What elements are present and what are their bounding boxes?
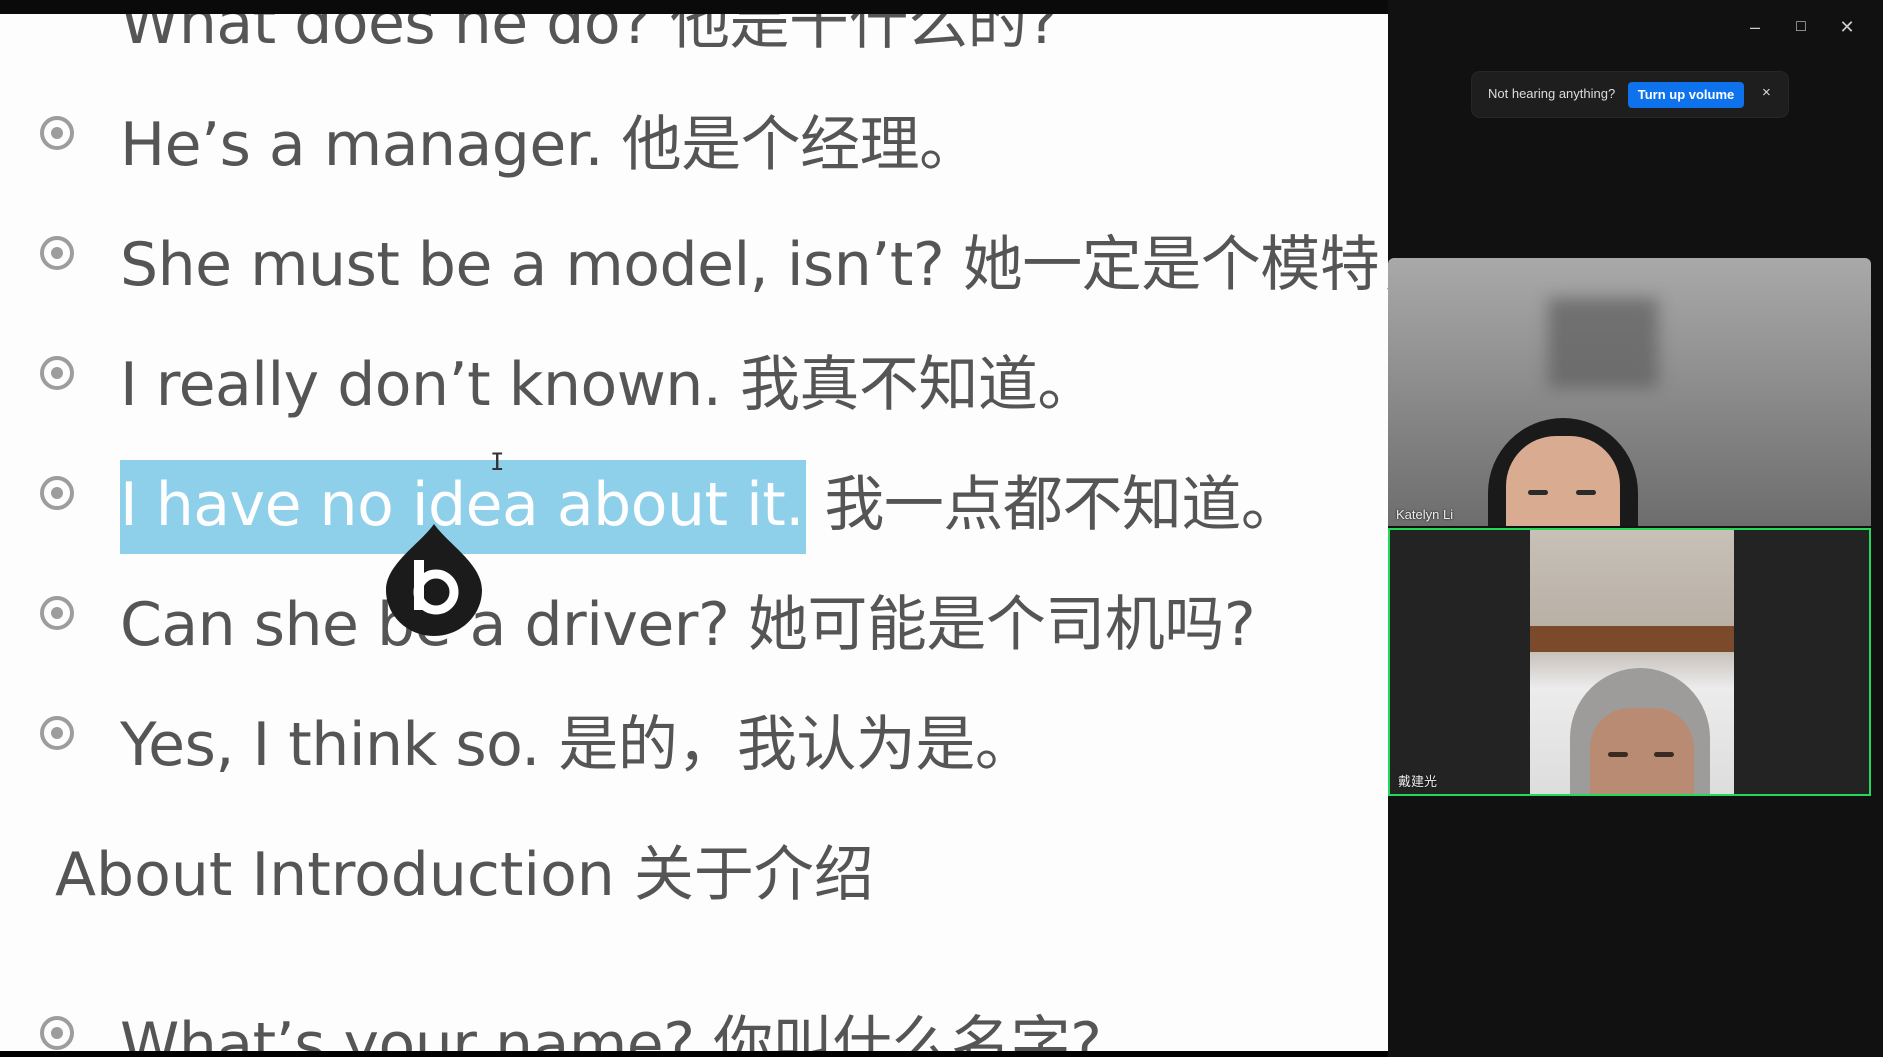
slide-heading: About Introduction 关于介绍 <box>55 840 874 910</box>
toast-message: Not hearing anything? <box>1488 86 1616 101</box>
eye-icon <box>1576 490 1596 495</box>
slide-line: I really don’t known. 我真不知道。 <box>120 350 1097 420</box>
participant-tile[interactable]: Katelyn Li <box>1388 258 1871 526</box>
bullet-icon <box>40 596 74 630</box>
slide-line: What’s your name? 你叫什么名字? <box>120 1010 1102 1051</box>
video-panel: – □ ✕ Not hearing anything? Turn up volu… <box>1388 0 1883 1057</box>
slide-line: Yes, I think so. 是的，我认为是。 <box>120 710 1035 780</box>
participant-name: Katelyn Li <box>1396 507 1454 522</box>
participant-tile-active[interactable]: 戴建光 <box>1388 528 1871 796</box>
slide-line: He’s a manager. 他是个经理。 <box>120 110 979 180</box>
participant-face <box>1590 708 1694 794</box>
shared-screen[interactable]: What does he do? 他是干什么的? He’s a manager.… <box>0 14 1388 1051</box>
participant-face <box>1506 436 1620 526</box>
drop-logo-icon <box>386 524 482 636</box>
eye-icon <box>1654 752 1674 757</box>
bullet-icon <box>40 476 74 510</box>
text-cursor-icon: I <box>490 448 505 476</box>
slide-line: Can she be a driver? 她可能是个司机吗? <box>120 590 1256 660</box>
bullet-icon <box>40 356 74 390</box>
share-top-bar <box>0 0 1388 14</box>
minimize-button[interactable]: – <box>1740 12 1770 42</box>
background-blur <box>1548 298 1658 388</box>
ceiling-beam <box>1530 626 1734 652</box>
participant-video <box>1530 530 1734 794</box>
eye-icon <box>1528 490 1548 495</box>
eye-icon <box>1608 752 1628 757</box>
participant-name: 戴建光 <box>1398 774 1438 789</box>
maximize-button[interactable]: □ <box>1786 12 1816 42</box>
bullet-icon <box>40 716 74 750</box>
slide-line: She must be a model, isn’t? 她一定是个模特，不 <box>120 230 1388 300</box>
turn-up-volume-button[interactable]: Turn up volume <box>1628 82 1744 108</box>
slide-line-partial: What does he do? 他是干什么的? <box>120 14 1059 58</box>
bullet-icon <box>40 1016 74 1050</box>
bullet-icon <box>40 116 74 150</box>
meeting-window: What does he do? 他是干什么的? He’s a manager.… <box>0 0 1883 1057</box>
close-button[interactable]: ✕ <box>1832 12 1862 42</box>
slide-line-rest: 我一点都不知道。 <box>824 470 1301 540</box>
toast-close-icon[interactable]: × <box>1762 84 1771 101</box>
bullet-icon <box>40 236 74 270</box>
slide-line: I have no idea about it. 我一点都不知道。 <box>120 456 1301 554</box>
audio-toast: Not hearing anything? Turn up volume × <box>1472 72 1788 117</box>
